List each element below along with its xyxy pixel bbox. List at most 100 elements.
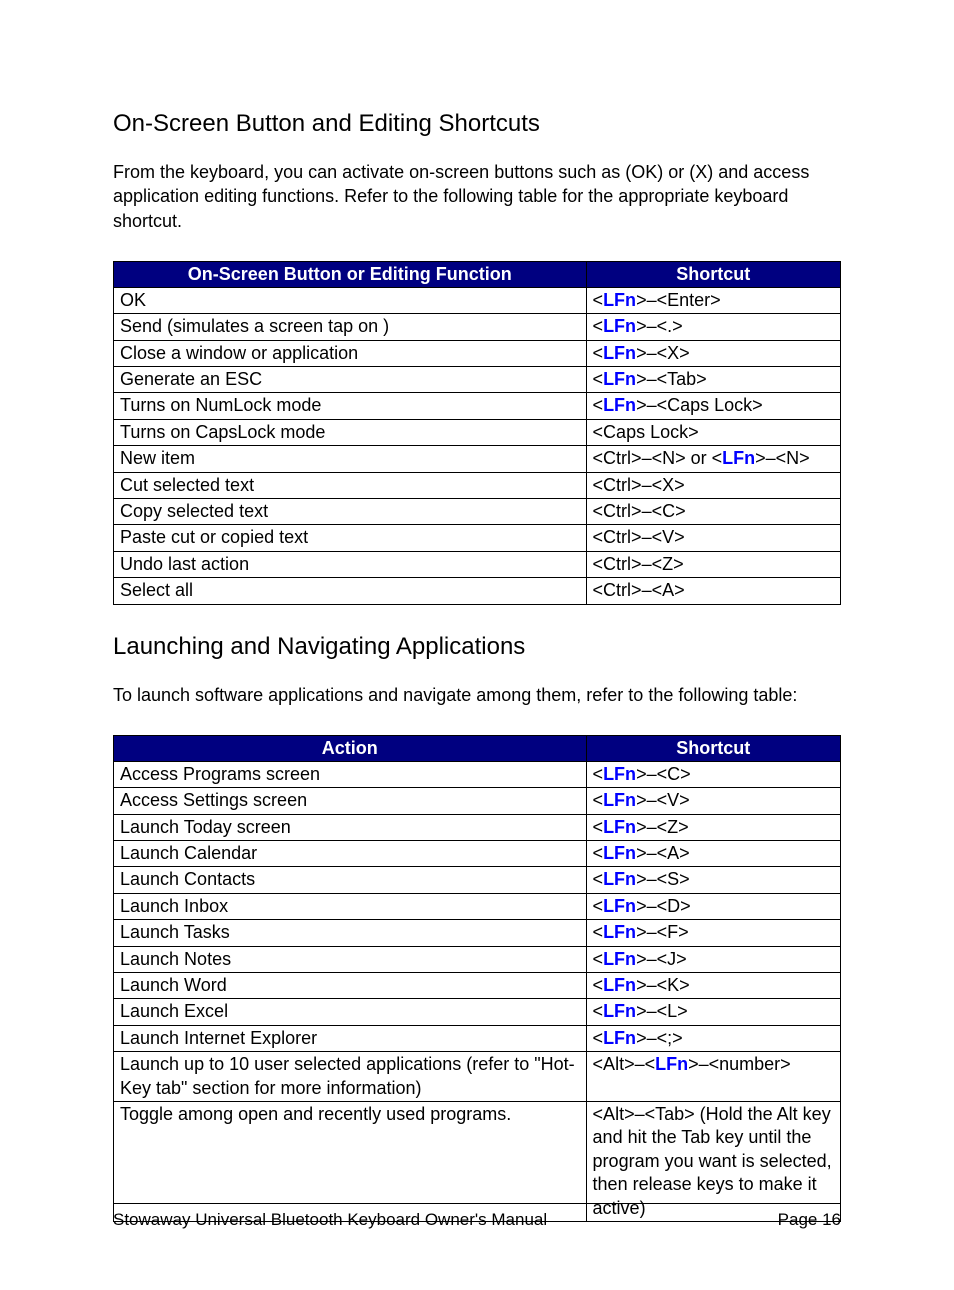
action-cell: Launch Today screen <box>114 814 587 840</box>
lfn-key: LFn <box>603 869 636 889</box>
shortcut-cell: <LFn>–<S> <box>586 867 840 893</box>
action-cell: Access Settings screen <box>114 788 587 814</box>
table-row: Launch Notes<LFn>–<J> <box>114 946 841 972</box>
shortcut-cell: <Ctrl>–<A> <box>586 578 840 604</box>
table-row: Launch Excel<LFn>–<L> <box>114 999 841 1025</box>
table-row: Paste cut or copied text<Ctrl>–<V> <box>114 525 841 551</box>
footer-left: Stowaway Universal Bluetooth Keyboard Ow… <box>113 1210 547 1230</box>
table-row: New item<Ctrl>–<N> or <LFn>–<N> <box>114 446 841 472</box>
table-row: Send (simulates a screen tap on )<LFn>–<… <box>114 314 841 340</box>
shortcut-cell: <LFn>–<K> <box>586 973 840 999</box>
lfn-key: LFn <box>603 843 636 863</box>
lfn-key: LFn <box>603 1028 636 1048</box>
table-row: Launch Today screen<LFn>–<Z> <box>114 814 841 840</box>
action-cell: Launch Internet Explorer <box>114 1025 587 1051</box>
table-row: Generate an ESC<LFn>–<Tab> <box>114 367 841 393</box>
shortcut-cell: <LFn>–<C> <box>586 761 840 787</box>
section-heading-2: Launching and Navigating Applications <box>113 633 841 661</box>
table-row: Cut selected text<Ctrl>–<X> <box>114 472 841 498</box>
lfn-key: LFn <box>603 896 636 916</box>
action-cell: Send (simulates a screen tap on ) <box>114 314 587 340</box>
shortcut-cell: <LFn>–<V> <box>586 788 840 814</box>
action-cell: Launch Inbox <box>114 893 587 919</box>
shortcut-cell: <LFn>–<Z> <box>586 814 840 840</box>
lfn-key: LFn <box>603 975 636 995</box>
table-row: Undo last action<Ctrl>–<Z> <box>114 551 841 577</box>
lfn-key: LFn <box>655 1054 688 1074</box>
footer-right: Page 16 <box>778 1210 841 1230</box>
action-cell: Launch Notes <box>114 946 587 972</box>
shortcut-cell: <LFn>–<Caps Lock> <box>586 393 840 419</box>
lfn-key: LFn <box>603 949 636 969</box>
action-cell: Turns on NumLock mode <box>114 393 587 419</box>
table-row: Launch Tasks<LFn>–<F> <box>114 920 841 946</box>
action-cell: Launch up to 10 user selected applicatio… <box>114 1052 587 1102</box>
shortcut-cell: <Ctrl>–<X> <box>586 472 840 498</box>
action-cell: Launch Excel <box>114 999 587 1025</box>
shortcut-cell: <LFn>–<Tab> <box>586 367 840 393</box>
table-row: Launch Calendar<LFn>–<A> <box>114 841 841 867</box>
lfn-key: LFn <box>603 395 636 415</box>
lfn-key: LFn <box>603 369 636 389</box>
action-cell: Launch Word <box>114 973 587 999</box>
shortcuts-table-2: Action Shortcut Access Programs screen<L… <box>113 735 841 1222</box>
lfn-key: LFn <box>603 790 636 810</box>
table-row: OK<LFn>–<Enter> <box>114 287 841 313</box>
lfn-key: LFn <box>722 448 755 468</box>
table-row: Launch Contacts<LFn>–<S> <box>114 867 841 893</box>
shortcut-cell: <LFn>–<Enter> <box>586 287 840 313</box>
table-row: Turns on NumLock mode<LFn>–<Caps Lock> <box>114 393 841 419</box>
table-row: Launch Inbox<LFn>–<D> <box>114 893 841 919</box>
table-row: Launch Internet Explorer<LFn>–<;> <box>114 1025 841 1051</box>
shortcut-cell: <Ctrl>–<Z> <box>586 551 840 577</box>
shortcut-cell: <Ctrl>–<V> <box>586 525 840 551</box>
lfn-key: LFn <box>603 817 636 837</box>
table-header: Shortcut <box>586 735 840 761</box>
page-footer: Stowaway Universal Bluetooth Keyboard Ow… <box>113 1203 841 1230</box>
table-header: On-Screen Button or Editing Function <box>114 261 587 287</box>
shortcut-cell: <Caps Lock> <box>586 419 840 445</box>
action-cell: Launch Contacts <box>114 867 587 893</box>
table-row: Copy selected text<Ctrl>–<C> <box>114 499 841 525</box>
table-row: Access Settings screen<LFn>–<V> <box>114 788 841 814</box>
lfn-key: LFn <box>603 343 636 363</box>
lfn-key: LFn <box>603 1001 636 1021</box>
table-row: Access Programs screen<LFn>–<C> <box>114 761 841 787</box>
shortcut-cell: <Ctrl>–<C> <box>586 499 840 525</box>
lfn-key: LFn <box>603 922 636 942</box>
shortcut-cell: <LFn>–<;> <box>586 1025 840 1051</box>
section-heading-1: On-Screen Button and Editing Shortcuts <box>113 110 841 138</box>
shortcut-cell: <LFn>–<L> <box>586 999 840 1025</box>
shortcut-cell: <LFn>–<A> <box>586 841 840 867</box>
shortcut-cell: <LFn>–<J> <box>586 946 840 972</box>
lfn-key: LFn <box>603 290 636 310</box>
action-cell: Close a window or application <box>114 340 587 366</box>
shortcut-cell: <LFn>–<D> <box>586 893 840 919</box>
section-intro-1: From the keyboard, you can activate on-s… <box>113 160 841 233</box>
shortcut-cell: <LFn>–<.> <box>586 314 840 340</box>
action-cell: Cut selected text <box>114 472 587 498</box>
action-cell: OK <box>114 287 587 313</box>
action-cell: Launch Tasks <box>114 920 587 946</box>
table-row: Close a window or application<LFn>–<X> <box>114 340 841 366</box>
action-cell: Undo last action <box>114 551 587 577</box>
action-cell: Select all <box>114 578 587 604</box>
action-cell: Generate an ESC <box>114 367 587 393</box>
action-cell: Copy selected text <box>114 499 587 525</box>
lfn-key: LFn <box>603 316 636 336</box>
table-header: Shortcut <box>586 261 840 287</box>
table-row: Launch Word<LFn>–<K> <box>114 973 841 999</box>
table-header: Action <box>114 735 587 761</box>
shortcut-cell: <Alt>–<LFn>–<number> <box>586 1052 840 1102</box>
table-row: Launch up to 10 user selected applicatio… <box>114 1052 841 1102</box>
section-intro-2: To launch software applications and navi… <box>113 683 841 707</box>
action-cell: Access Programs screen <box>114 761 587 787</box>
table-row: Turns on CapsLock mode<Caps Lock> <box>114 419 841 445</box>
lfn-key: LFn <box>603 764 636 784</box>
shortcut-cell: <LFn>–<X> <box>586 340 840 366</box>
action-cell: New item <box>114 446 587 472</box>
shortcut-cell: <Ctrl>–<N> or <LFn>–<N> <box>586 446 840 472</box>
shortcuts-table-1: On-Screen Button or Editing Function Sho… <box>113 261 841 605</box>
action-cell: Launch Calendar <box>114 841 587 867</box>
action-cell: Paste cut or copied text <box>114 525 587 551</box>
